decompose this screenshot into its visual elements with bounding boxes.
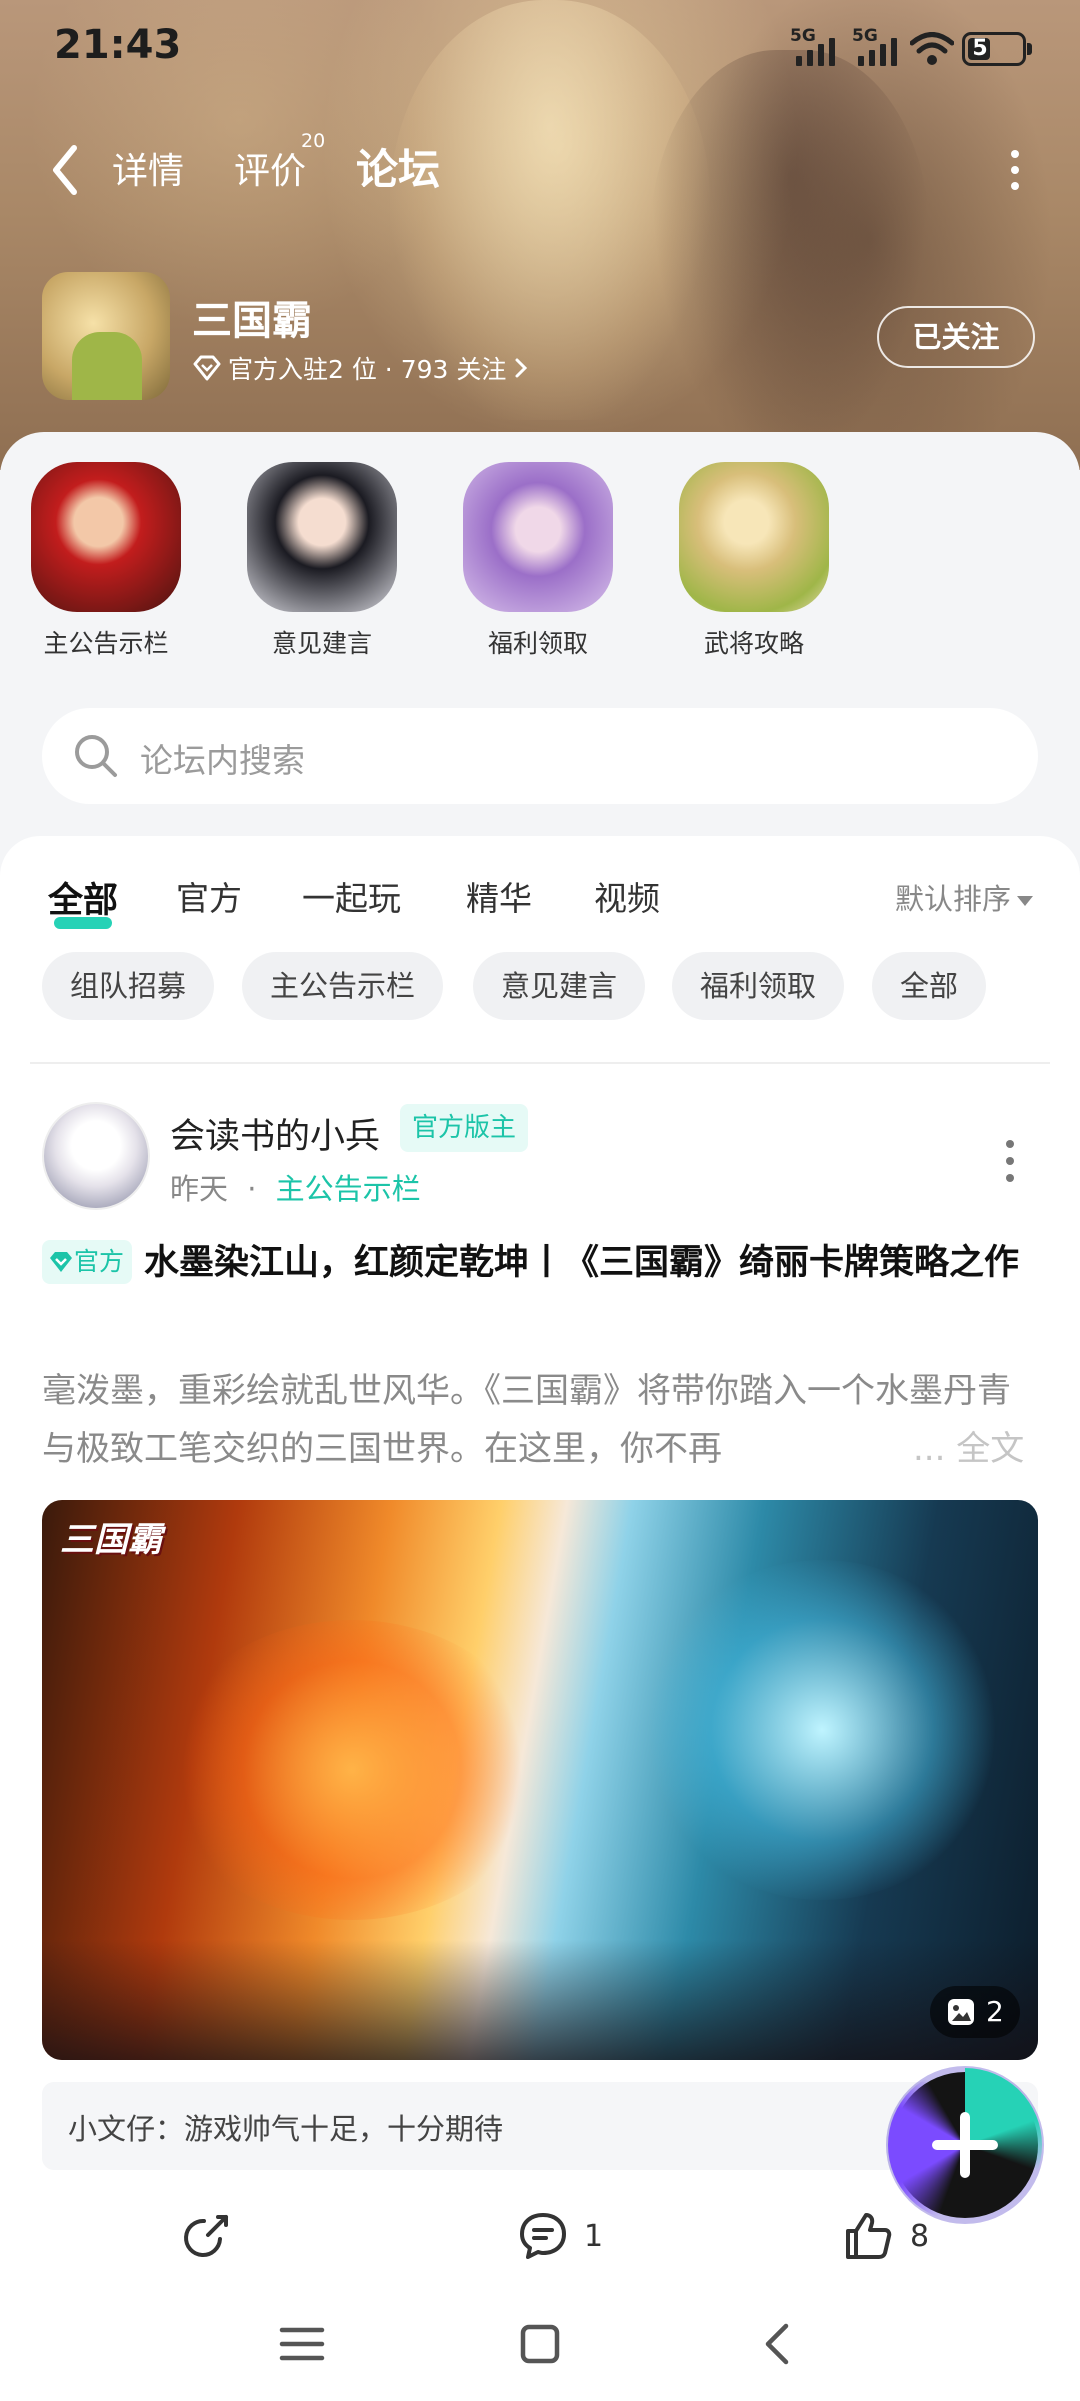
board-item-announcements[interactable]: 主公告示栏 <box>26 462 186 660</box>
filter-chips: 组队招募 主公告示栏 意见建言 福利领取 全部 <box>42 952 1052 1022</box>
gallery-icon <box>948 1999 974 2025</box>
top-nav: 详情 评价 20 论坛 <box>0 130 1080 210</box>
board-label: 意见建言 <box>271 629 372 658</box>
wifi-icon <box>910 32 954 65</box>
game-stats-link[interactable]: 官方入驻2 位 · 793 关注 <box>192 350 530 386</box>
more-options-icon[interactable] <box>1000 144 1030 204</box>
reviews-count-badge: 20 <box>301 130 326 152</box>
game-stats-text: 官方入驻2 位 · 793 关注 <box>228 355 507 384</box>
forum-search-bar[interactable]: 论坛内搜索 <box>42 708 1038 804</box>
board-thumbnail <box>463 462 613 612</box>
chip-announcements[interactable]: 主公告示栏 <box>242 952 444 1020</box>
post-time: 昨天 <box>170 1172 229 1206</box>
post-more-icon[interactable] <box>995 1140 1025 1200</box>
image-ice-glow <box>642 1560 1002 1900</box>
tab-reviews[interactable]: 评价 <box>234 142 306 194</box>
board-thumbnail <box>31 462 181 612</box>
share-button[interactable] <box>180 2206 234 2266</box>
system-navigation-bar <box>0 2290 1080 2401</box>
sort-dropdown[interactable]: 默认排序 <box>895 876 1034 918</box>
post-board-link[interactable]: 主公告示栏 <box>276 1172 421 1206</box>
caret-down-icon <box>1017 896 1034 906</box>
author-avatar[interactable] <box>42 1102 150 1210</box>
board-thumbnail <box>679 462 829 612</box>
board-item-suggestions[interactable]: 意见建言 <box>242 462 402 660</box>
game-title: 三国霸 <box>192 298 312 344</box>
comment-count: 1 <box>584 2218 604 2254</box>
diamond-heart-icon <box>50 1252 72 1272</box>
back-arrow-icon[interactable] <box>46 140 86 200</box>
chip-team-recruit[interactable]: 组队招募 <box>42 952 215 1020</box>
image-fire-glow <box>162 1620 542 1920</box>
search-placeholder: 论坛内搜索 <box>140 741 305 780</box>
divider <box>30 1062 1050 1064</box>
image-count: 2 <box>986 1995 1004 2028</box>
back-icon[interactable] <box>748 2314 808 2374</box>
board-item-hero-guides[interactable]: 武将攻略 <box>674 462 834 660</box>
sort-label: 默认排序 <box>895 882 1012 916</box>
comment-button[interactable]: 1 <box>516 2206 603 2266</box>
status-time: 21:43 <box>54 22 182 68</box>
feed-tab-official[interactable]: 官方 <box>176 872 242 920</box>
share-icon <box>184 2215 228 2257</box>
chip-suggestions[interactable]: 意见建言 <box>473 952 646 1020</box>
post-title-text: 水墨染江山，红颜定乾坤丨《三国霸》绮丽卡牌策略之作 <box>144 1243 1020 1283</box>
image-game-logo: 三国霸 <box>60 1520 162 1560</box>
battery-level: 5 <box>972 36 988 61</box>
thumbs-up-icon <box>846 2213 892 2259</box>
home-icon[interactable] <box>510 2314 570 2374</box>
board-label: 主公告示栏 <box>43 629 169 658</box>
create-post-button[interactable] <box>888 2068 1042 2222</box>
official-tag: 官方 <box>42 1240 133 1284</box>
tab-details[interactable]: 详情 <box>112 142 184 194</box>
post-image[interactable]: 三国霸 2 <box>42 1500 1038 2060</box>
comment-icon <box>520 2213 566 2259</box>
app-screen: 21:43 5G 5G 5 详情 评价 20 论坛 三国霸 官方入驻2 位 · … <box>0 0 1080 2401</box>
feed-tab-all[interactable]: 全部 <box>48 872 119 929</box>
sim1-signal-icon <box>796 38 835 66</box>
status-bar: 21:43 5G 5G 5 <box>0 0 1080 100</box>
tab-forum[interactable]: 论坛 <box>356 136 441 199</box>
official-tag-label: 官方 <box>74 1247 125 1276</box>
board-item-rewards[interactable]: 福利领取 <box>458 462 618 660</box>
board-label: 武将攻略 <box>703 629 804 658</box>
meta-separator: · <box>247 1172 257 1206</box>
author-name[interactable]: 会读书的小兵 <box>170 1108 380 1159</box>
plus-icon <box>932 2112 998 2178</box>
game-icon[interactable] <box>42 272 170 400</box>
feed-tab-video[interactable]: 视频 <box>594 872 660 920</box>
diamond-heart-icon <box>193 355 221 381</box>
feed-tab-featured[interactable]: 精华 <box>466 872 532 920</box>
follow-button[interactable]: 已关注 <box>877 306 1035 368</box>
like-count: 8 <box>910 2218 930 2254</box>
board-categories: 主公告示栏 意见建言 福利领取 武将攻略 <box>0 462 1080 662</box>
post-title[interactable]: 官方 水墨染江山，红颜定乾坤丨《三国霸》绮丽卡牌策略之作 <box>42 1234 1042 1292</box>
board-thumbnail <box>247 462 397 612</box>
game-info: 三国霸 官方入驻2 位 · 793 关注 已关注 <box>0 268 1080 408</box>
tab-forum-label: 论坛 <box>356 145 441 194</box>
image-count-badge: 2 <box>930 1986 1020 2038</box>
battery-icon: 5 <box>962 32 1032 66</box>
feed-tabs: 全部 官方 一起玩 精华 视频 默认排序 <box>0 862 1080 932</box>
image-ground <box>42 1940 1038 2060</box>
read-full-text-link[interactable]: ... 全文 <box>905 1420 1025 1478</box>
chip-all[interactable]: 全部 <box>872 952 987 1020</box>
search-icon <box>75 735 117 777</box>
sim2-signal-icon <box>858 38 897 66</box>
chip-rewards[interactable]: 福利领取 <box>672 952 845 1020</box>
post-meta: 昨天 · 主公告示栏 <box>170 1166 421 1208</box>
menu-icon[interactable] <box>272 2314 332 2374</box>
chevron-right-icon <box>515 358 528 378</box>
feed-tab-play-together[interactable]: 一起玩 <box>302 872 401 920</box>
board-label: 福利领取 <box>487 629 588 658</box>
feed-tab-label: 全部 <box>48 881 119 921</box>
moderator-badge: 官方版主 <box>400 1104 529 1152</box>
top-comment-text: 小文仔：游戏帅气十足，十分期待 <box>68 2112 504 2146</box>
post-excerpt: 毫泼墨，重彩绘就乱世风华。《三国霸》将带你踏入一个水墨丹青与极致工笔交织的三国世… <box>42 1371 1011 1469</box>
